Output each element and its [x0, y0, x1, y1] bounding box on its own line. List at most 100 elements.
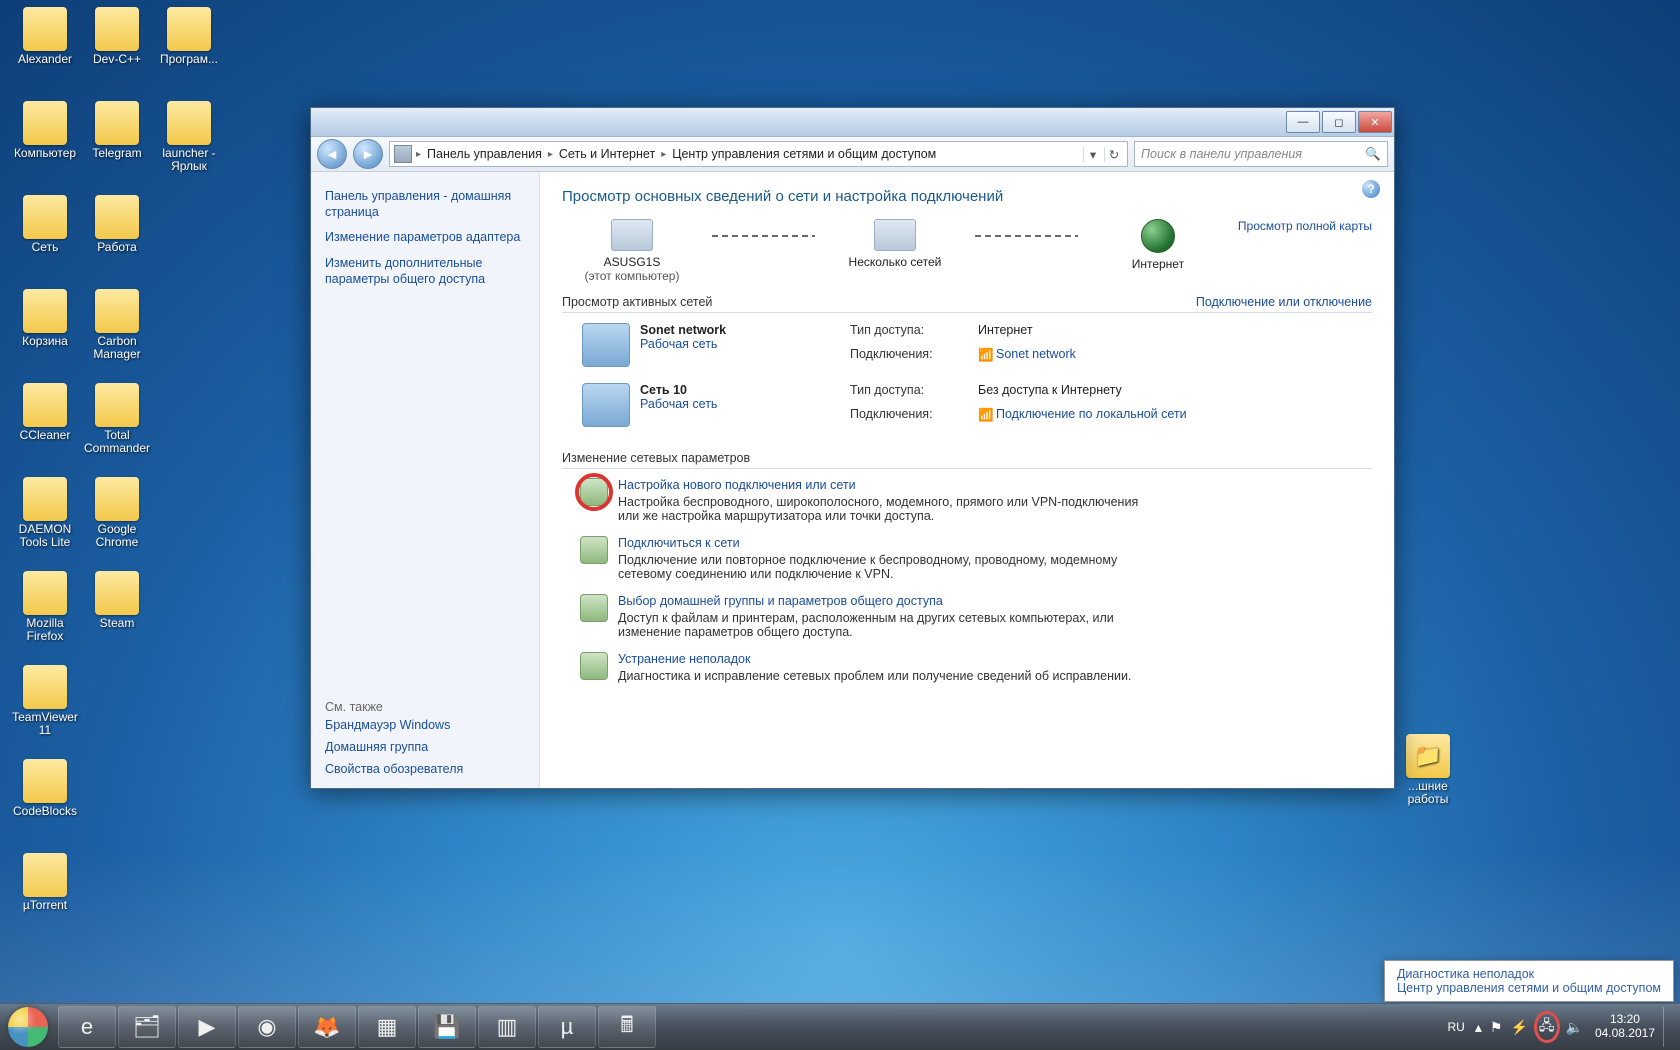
desktop-icon-label: ...шние работы — [1392, 780, 1464, 806]
taskbar-button-player[interactable]: ▶ — [178, 1006, 236, 1048]
desktop-icon[interactable]: Корзина — [9, 289, 81, 367]
taskbar-button-tiles[interactable]: ▥ — [478, 1006, 536, 1048]
connection-link[interactable]: 📶Подключение по локальной сети — [978, 407, 1187, 428]
desktop-icon[interactable]: Компьютер — [9, 101, 81, 179]
popup-diagnose-link[interactable]: Диагностика неполадок — [1397, 967, 1661, 981]
desktop-icon[interactable]: Telegram — [81, 101, 153, 179]
desktop-icon[interactable]: 📁 ...шние работы — [1392, 734, 1464, 812]
desktop-icon[interactable]: launcher - Ярлык — [153, 101, 225, 179]
network-name: Сеть 10 — [640, 383, 830, 397]
taskbar-button-firefox[interactable]: 🦊 — [298, 1006, 356, 1048]
network-diagram: ASUSG1S (этот компьютер) Несколько сетей… — [562, 219, 1372, 283]
computer-icon — [611, 219, 653, 251]
app-icon — [23, 7, 67, 51]
desktop-icon[interactable]: CCleaner — [9, 383, 81, 461]
clock[interactable]: 13:20 04.08.2017 — [1587, 1013, 1663, 1041]
desktop-icon-label: Steam — [81, 617, 153, 630]
connect-disconnect-link[interactable]: Подключение или отключение — [1196, 295, 1372, 309]
desktop-icon[interactable]: Total Commander — [81, 383, 153, 461]
titlebar[interactable]: — ◻ ✕ — [311, 108, 1394, 137]
sidebar-link-sharing[interactable]: Изменить дополнительные параметры общего… — [325, 256, 525, 287]
tray-flag-icon[interactable]: ⚑ — [1486, 1019, 1507, 1036]
desktop-icon[interactable]: µTorrent — [9, 853, 81, 931]
desktop-icon[interactable]: Carbon Manager — [81, 289, 153, 367]
settings-item: Устранение неполадокДиагностика и исправ… — [562, 643, 1372, 687]
sidebar-seealso-firewall[interactable]: Брандмауэр Windows — [325, 718, 525, 732]
taskbar-button-save[interactable]: 💾 — [418, 1006, 476, 1048]
meta-value: Без доступа к Интернету — [978, 383, 1187, 404]
sidebar-seealso-homegroup[interactable]: Домашняя группа — [325, 740, 525, 754]
show-desktop-button[interactable] — [1663, 1007, 1674, 1047]
tray-chevron-icon[interactable]: ▴ — [1471, 1019, 1486, 1036]
connection-link[interactable]: 📶Sonet network — [978, 347, 1076, 368]
refresh-icon[interactable]: ↻ — [1104, 147, 1123, 162]
maximize-button[interactable]: ◻ — [1322, 111, 1356, 133]
desktop-icon[interactable]: Сеть — [9, 195, 81, 273]
taskbar-button-explorer[interactable]: 🗂 — [118, 1006, 176, 1048]
search-input[interactable]: Поиск в панели управления 🔍 — [1134, 141, 1388, 167]
taskbar-button-start[interactable]: ▦ — [358, 1006, 416, 1048]
breadcrumb[interactable]: Центр управления сетями и общим доступом — [670, 147, 938, 161]
taskbar-button-utorrent[interactable]: µ — [538, 1006, 596, 1048]
desktop-icon[interactable]: TeamViewer 11 — [9, 665, 81, 743]
help-icon[interactable]: ? — [1362, 180, 1380, 198]
desktop-icon[interactable]: Steam — [81, 571, 153, 649]
address-bar[interactable]: ▸ Панель управления ▸ Сеть и Интернет ▸ … — [389, 141, 1128, 167]
network-icon — [874, 219, 916, 251]
taskbar: e🗂▶◉🦊▦💾▥µ🖩 RU ▴ ⚑ ⚡ 🖧 🔈 13:20 04.08.2017 — [0, 1003, 1680, 1050]
dropdown-icon[interactable]: ▾ — [1083, 147, 1102, 162]
app-icon — [23, 477, 67, 521]
taskbar-button-ie[interactable]: e — [58, 1006, 116, 1048]
language-indicator[interactable]: RU — [1442, 1020, 1471, 1034]
desktop-icon-label: Корзина — [9, 335, 81, 348]
taskbar-button-calc[interactable]: 🖩 — [598, 1006, 656, 1048]
popup-network-center-link[interactable]: Центр управления сетями и общим доступом — [1397, 981, 1661, 995]
desktop-icon-label: DAEMON Tools Lite — [9, 523, 81, 549]
taskbar-button-chrome[interactable]: ◉ — [238, 1006, 296, 1048]
node-label: Интернет — [1088, 257, 1228, 271]
settings-item-desc: Подключение или повторное подключение к … — [618, 553, 1158, 581]
app-icon — [23, 383, 67, 427]
close-button[interactable]: ✕ — [1358, 111, 1392, 133]
breadcrumb[interactable]: Сеть и Интернет — [557, 147, 657, 161]
desktop-icon[interactable]: Програм... — [153, 7, 225, 85]
desktop-icon[interactable]: DAEMON Tools Lite — [9, 477, 81, 555]
network-type-link[interactable]: Рабочая сеть — [640, 337, 830, 351]
network-icon — [582, 383, 630, 427]
breadcrumb[interactable]: Панель управления — [425, 147, 544, 161]
taskbar-buttons: e🗂▶◉🦊▦💾▥µ🖩 — [56, 1006, 656, 1048]
desktop-icon-label: Google Chrome — [81, 523, 153, 549]
view-full-map-link[interactable]: Просмотр полной карты — [1238, 219, 1372, 233]
desktop-icon[interactable]: Mozilla Firefox — [9, 571, 81, 649]
desktop-icon[interactable]: CodeBlocks — [9, 759, 81, 837]
app-icon — [95, 383, 139, 427]
meta-key: Тип доступа: — [850, 323, 960, 344]
settings-item-desc: Доступ к файлам и принтерам, расположенн… — [618, 611, 1158, 639]
desktop-icon-label: launcher - Ярлык — [153, 147, 225, 173]
app-icon — [167, 7, 211, 51]
desktop-icon[interactable]: Alexander — [9, 7, 81, 85]
sidebar-home-link[interactable]: Панель управления - домашняя страница — [325, 189, 525, 220]
desktop-icon[interactable]: Dev-C++ — [81, 7, 153, 85]
desktop-icon[interactable]: Google Chrome — [81, 477, 153, 555]
settings-item-title[interactable]: Настройка нового подключения или сети — [618, 478, 1158, 492]
desktop-icon-label: Alexander — [9, 53, 81, 66]
tray-network-icon[interactable]: 🖧 — [1534, 1011, 1560, 1043]
start-button[interactable] — [0, 1004, 56, 1050]
search-icon[interactable]: 🔍 — [1365, 147, 1381, 162]
tray-volume-icon[interactable]: 🔈 — [1562, 1019, 1587, 1036]
settings-item-title[interactable]: Выбор домашней группы и параметров общег… — [618, 594, 1158, 608]
desktop-icon-label: CCleaner — [9, 429, 81, 442]
sidebar-seealso-ie[interactable]: Свойства обозревателя — [325, 762, 525, 776]
minimize-button[interactable]: — — [1286, 111, 1320, 133]
desktop-icon-label: Carbon Manager — [81, 335, 153, 361]
back-button[interactable]: ◄ — [317, 139, 347, 169]
network-type-link[interactable]: Рабочая сеть — [640, 397, 830, 411]
settings-item-title[interactable]: Устранение неполадок — [618, 652, 1131, 666]
tray-power-icon[interactable]: ⚡ — [1506, 1019, 1531, 1036]
settings-item-icon — [580, 594, 608, 622]
desktop-icon[interactable]: Работа — [81, 195, 153, 273]
sidebar-link-adapter[interactable]: Изменение параметров адаптера — [325, 230, 525, 246]
settings-item-title[interactable]: Подключиться к сети — [618, 536, 1158, 550]
forward-button[interactable]: ► — [353, 139, 383, 169]
